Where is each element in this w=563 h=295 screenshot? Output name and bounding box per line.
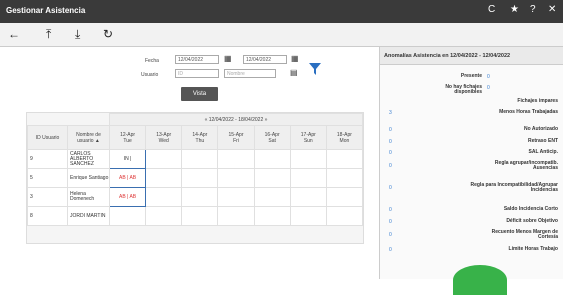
anomaly-count[interactable]: 0: [389, 247, 392, 253]
anomaly-count[interactable]: 0: [487, 74, 490, 80]
anomaly-label: SAL Anticip.: [528, 149, 558, 155]
anomaly-label: Límite Horas Trabajo: [508, 246, 558, 252]
anomaly-label: Regla agrupar/incompatib. Ausencias: [494, 160, 558, 171]
table-row[interactable]: 5 Enrique Santiago AB | AB: [27, 168, 364, 188]
table-row[interactable]: 3 Helena Domenech AB | AB: [27, 187, 364, 207]
list-icon[interactable]: ▤: [290, 68, 298, 77]
title-bar: Gestionar Asistencia C ★ ? ✕: [0, 0, 563, 23]
cell-id: 8: [27, 206, 68, 226]
anomaly-label: Regla para Incompatibilidad/Agrupar Inci…: [470, 182, 558, 193]
anomaly-count[interactable]: 0: [389, 127, 392, 133]
col-day[interactable]: 14-Apr Thu: [181, 125, 219, 150]
cell-attendance[interactable]: AB | AB: [108, 187, 147, 207]
window-title: Gestionar Asistencia: [6, 6, 86, 15]
col-day[interactable]: 12-Apr Tue: [108, 125, 147, 150]
main-panel: Fecha 12/04/2022 ▦ 12/04/2022 ▦ Usuario …: [0, 47, 379, 279]
fecha-from-input[interactable]: 12/04/2022: [175, 55, 219, 64]
cell-attendance[interactable]: [108, 206, 147, 226]
anomaly-count[interactable]: 0: [389, 139, 392, 145]
anomalies-header: Anomalías Asistencia en 12/04/2022 - 12/…: [380, 47, 563, 65]
col-day[interactable]: 17-Apr Sun: [289, 125, 327, 150]
col-day[interactable]: 13-Apr Wed: [145, 125, 183, 150]
fecha-label: Fecha: [145, 58, 159, 64]
anomaly-count[interactable]: 0: [487, 85, 490, 91]
anomaly-label: Retraso ENT: [527, 138, 558, 144]
anomaly-count[interactable]: 3: [389, 110, 392, 116]
anomaly-label: Saldo Incidencia Corto: [503, 206, 558, 212]
back-arrow-icon[interactable]: ←: [8, 27, 20, 41]
user-id-input[interactable]: ID: [175, 69, 219, 78]
cell-attendance[interactable]: IN |: [108, 149, 147, 169]
cell-id: 3: [27, 187, 68, 207]
anomaly-count[interactable]: 0: [389, 185, 392, 191]
cell-id: 5: [27, 168, 68, 188]
table-row[interactable]: 9 CARLOS ALBERTO SANCHEZ IN |: [27, 149, 364, 169]
calendar-icon[interactable]: ▦: [224, 54, 232, 63]
col-day[interactable]: 18-Apr Mon: [325, 125, 364, 150]
toolbar: ← ⤒ ⤓ ↻: [0, 23, 563, 47]
upload-icon[interactable]: ⤒: [46, 27, 51, 42]
cell-attendance[interactable]: AB | AB: [108, 168, 147, 188]
help-icon[interactable]: ?: [530, 4, 536, 15]
anomaly-count[interactable]: 0: [389, 150, 392, 156]
usuario-label: Usuario: [141, 72, 159, 78]
chart-indicator: [453, 265, 507, 295]
anomaly-count[interactable]: 0: [389, 219, 392, 225]
anomalies-panel: Anomalías Asistencia en 12/04/2022 - 12/…: [379, 47, 563, 279]
refresh-icon[interactable]: ↻: [103, 27, 113, 41]
date-range-nav[interactable]: « 12/04/2022 - 18/04/2022 »: [109, 113, 363, 126]
anomaly-label: No hay fichajes disponibles: [445, 84, 482, 95]
anomaly-count[interactable]: 0: [389, 207, 392, 213]
anomaly-label: Recuento Menos Margen de Cortesía: [491, 229, 558, 240]
cell-name: CARLOS ALBERTO SANCHEZ: [67, 149, 110, 169]
anomaly-count[interactable]: 0: [389, 163, 392, 169]
vista-button[interactable]: Vista: [181, 87, 218, 101]
anomaly-label: Presente: [460, 73, 482, 79]
user-name-input[interactable]: Nombre: [224, 69, 276, 78]
anomaly-label: Menos Horas Trabajadas: [499, 109, 558, 115]
calendar-icon[interactable]: ▦: [291, 54, 299, 63]
anomaly-label: Fichajes impares: [517, 98, 558, 104]
cell-name: Enrique Santiago: [67, 168, 110, 188]
table-row[interactable]: 8 JORDI MARTIN: [27, 206, 364, 226]
anomaly-label: No Autorizado: [524, 126, 558, 132]
attendance-grid: « 12/04/2022 - 18/04/2022 » ID Usuario N…: [26, 112, 364, 244]
col-day[interactable]: 16-Apr Sat: [253, 125, 291, 150]
cell-id: 9: [27, 149, 68, 169]
download-icon[interactable]: ⤓: [75, 27, 80, 42]
fecha-to-input[interactable]: 12/04/2022: [243, 55, 287, 64]
anomaly-count[interactable]: 0: [389, 232, 392, 238]
col-day[interactable]: 15-Apr Fri: [217, 125, 255, 150]
close-icon[interactable]: ✕: [548, 4, 556, 15]
filter-icon[interactable]: [309, 63, 321, 75]
refresh-window-icon[interactable]: C: [488, 4, 495, 15]
col-id-usuario[interactable]: ID Usuario: [27, 125, 68, 150]
cell-name: JORDI MARTIN: [67, 206, 110, 226]
col-nombre-usuario[interactable]: Nombre de usuario ▲: [67, 125, 110, 150]
favorite-star-icon[interactable]: ★: [510, 4, 519, 15]
anomaly-label: Déficit sobre Objetivo: [506, 218, 558, 224]
cell-name: Helena Domenech: [67, 187, 110, 207]
